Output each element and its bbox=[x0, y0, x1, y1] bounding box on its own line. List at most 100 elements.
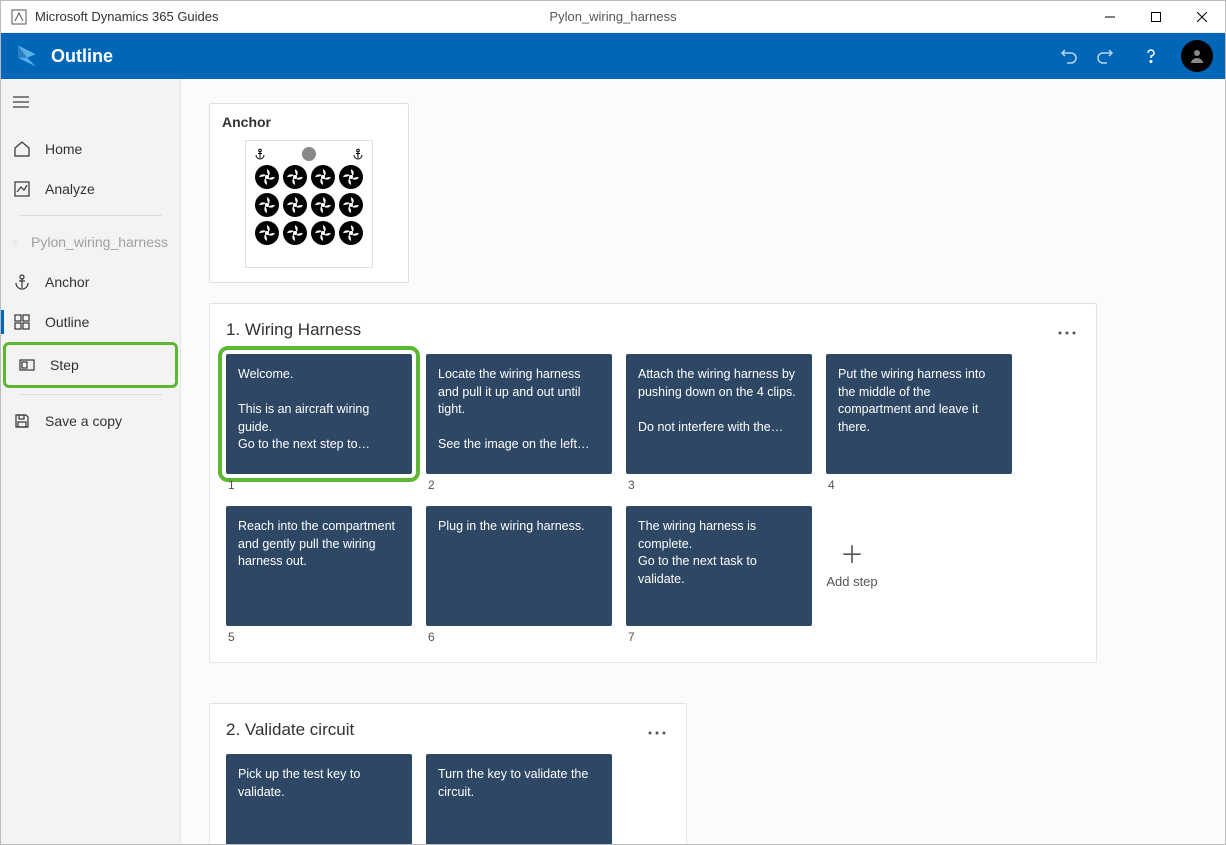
task-more-button[interactable] bbox=[1054, 318, 1080, 342]
step-card[interactable]: Plug in the wiring harness. bbox=[426, 506, 612, 626]
nav-label: Analyze bbox=[45, 181, 95, 197]
step-number: 6 bbox=[426, 630, 612, 644]
nav-home[interactable]: Home bbox=[1, 129, 180, 169]
undo-button[interactable] bbox=[1053, 40, 1085, 72]
step-card-wrap: Plug in the wiring harness. 6 bbox=[426, 506, 612, 644]
nav-label: Home bbox=[45, 141, 82, 157]
step-card[interactable]: Locate the wiring harness and pull it up… bbox=[426, 354, 612, 474]
anchor-preview bbox=[245, 140, 373, 268]
fan-icon bbox=[339, 221, 363, 245]
redo-button[interactable] bbox=[1089, 40, 1121, 72]
hamburger-menu[interactable] bbox=[1, 87, 180, 119]
anchor-title: Anchor bbox=[222, 114, 396, 130]
nav-step[interactable]: Step bbox=[6, 345, 175, 385]
fan-icon bbox=[339, 193, 363, 217]
step-number: 4 bbox=[826, 478, 1012, 492]
user-avatar[interactable] bbox=[1181, 40, 1213, 72]
step-number: 5 bbox=[226, 630, 412, 644]
app-header: Outline bbox=[1, 33, 1225, 79]
app-body: Home Analyze Pylon_wiring_harness Anchor… bbox=[1, 79, 1225, 844]
step-number: 3 bbox=[626, 478, 812, 492]
fan-grid bbox=[255, 165, 363, 245]
help-button[interactable] bbox=[1135, 40, 1167, 72]
step-card[interactable]: Put the wiring harness into the middle o… bbox=[826, 354, 1012, 474]
task-wiring-harness: 1. Wiring Harness Welcome. This is an ai… bbox=[209, 303, 1097, 663]
fan-icon bbox=[311, 165, 335, 189]
globe-icon bbox=[302, 147, 316, 161]
nav-save-copy[interactable]: Save a copy bbox=[1, 401, 180, 441]
task-more-button[interactable] bbox=[644, 718, 670, 742]
anchor-icon bbox=[254, 148, 266, 160]
more-icon bbox=[648, 731, 666, 735]
nav-label: Step bbox=[50, 357, 79, 373]
dynamics-logo-icon bbox=[13, 42, 41, 70]
home-icon bbox=[13, 140, 31, 158]
anchor-card[interactable]: Anchor bbox=[209, 103, 409, 283]
fan-icon bbox=[255, 221, 279, 245]
step-card-wrap: Locate the wiring harness and pull it up… bbox=[426, 354, 612, 492]
document-title: Pylon_wiring_harness bbox=[549, 9, 676, 24]
step-card[interactable]: Attach the wiring harness by pushing dow… bbox=[626, 354, 812, 474]
nav-label: Pylon_wiring_harness bbox=[31, 234, 168, 250]
step-card[interactable]: Turn the key to validate the circuit. bbox=[426, 754, 612, 844]
step-number: 1 bbox=[226, 478, 412, 492]
nav-label: Save a copy bbox=[45, 413, 122, 429]
step-card-wrap: Pick up the test key to validate.1 bbox=[226, 754, 412, 844]
step-card-wrap: Welcome. This is an aircraft wiring guid… bbox=[226, 354, 412, 492]
main-canvas: Anchor 1. Wiring Harness bbox=[181, 79, 1225, 844]
fan-icon bbox=[283, 165, 307, 189]
step-card-wrap: Reach into the compartment and gently pu… bbox=[226, 506, 412, 644]
add-step-button[interactable]: ＋ Add step bbox=[826, 506, 878, 626]
add-step-label: Add step bbox=[826, 574, 877, 589]
nav-label: Outline bbox=[45, 314, 89, 330]
maximize-button[interactable] bbox=[1133, 1, 1179, 33]
fan-icon bbox=[311, 221, 335, 245]
outline-icon bbox=[13, 313, 31, 331]
analyze-icon bbox=[13, 180, 31, 198]
app-window: Microsoft Dynamics 365 Guides Pylon_wiri… bbox=[0, 0, 1226, 845]
step-card[interactable]: Welcome. This is an aircraft wiring guid… bbox=[226, 354, 412, 474]
close-button[interactable] bbox=[1179, 1, 1225, 33]
step-number: 2 bbox=[426, 478, 612, 492]
nav-project: Pylon_wiring_harness bbox=[1, 222, 180, 262]
task-steps: Pick up the test key to validate.1Turn t… bbox=[226, 754, 670, 844]
step-card[interactable]: Reach into the compartment and gently pu… bbox=[226, 506, 412, 626]
header-actions bbox=[1053, 40, 1213, 72]
nav-group-main: Home Analyze bbox=[1, 129, 180, 209]
save-icon bbox=[13, 412, 31, 430]
anchor-icon bbox=[13, 273, 31, 291]
step-number: 7 bbox=[626, 630, 812, 644]
fan-icon bbox=[283, 193, 307, 217]
task-title: 1. Wiring Harness bbox=[226, 320, 1054, 340]
step-card[interactable]: The wiring harness is complete. Go to th… bbox=[626, 506, 812, 626]
fan-icon bbox=[255, 165, 279, 189]
more-icon bbox=[1058, 331, 1076, 335]
task-steps: Welcome. This is an aircraft wiring guid… bbox=[226, 354, 1080, 644]
nav-outline[interactable]: Outline bbox=[1, 302, 180, 342]
step-card-wrap: Attach the wiring harness by pushing dow… bbox=[626, 354, 812, 492]
task-validate-circuit: 2. Validate circuit Pick up the test key… bbox=[209, 703, 687, 844]
anchor-icon bbox=[352, 148, 364, 160]
minimize-button[interactable] bbox=[1087, 1, 1133, 33]
page-title: Outline bbox=[51, 46, 1053, 67]
nav-label: Anchor bbox=[45, 274, 89, 290]
sidebar-divider bbox=[19, 394, 162, 395]
fan-icon bbox=[311, 193, 335, 217]
plus-icon: ＋ bbox=[840, 544, 864, 568]
step-card-wrap: Put the wiring harness into the middle o… bbox=[826, 354, 1012, 492]
task-title: 2. Validate circuit bbox=[226, 720, 644, 740]
app-icon bbox=[11, 9, 27, 25]
step-icon bbox=[18, 356, 36, 374]
document-icon bbox=[13, 233, 17, 251]
sidebar-divider bbox=[19, 215, 162, 216]
titlebar: Microsoft Dynamics 365 Guides Pylon_wiri… bbox=[1, 1, 1225, 33]
step-highlight: Step bbox=[3, 342, 178, 388]
app-title: Microsoft Dynamics 365 Guides bbox=[35, 9, 219, 24]
step-card-wrap: The wiring harness is complete. Go to th… bbox=[626, 506, 812, 644]
window-controls bbox=[1087, 1, 1225, 33]
step-card[interactable]: Pick up the test key to validate. bbox=[226, 754, 412, 844]
fan-icon bbox=[255, 193, 279, 217]
fan-icon bbox=[283, 221, 307, 245]
nav-analyze[interactable]: Analyze bbox=[1, 169, 180, 209]
nav-anchor[interactable]: Anchor bbox=[1, 262, 180, 302]
